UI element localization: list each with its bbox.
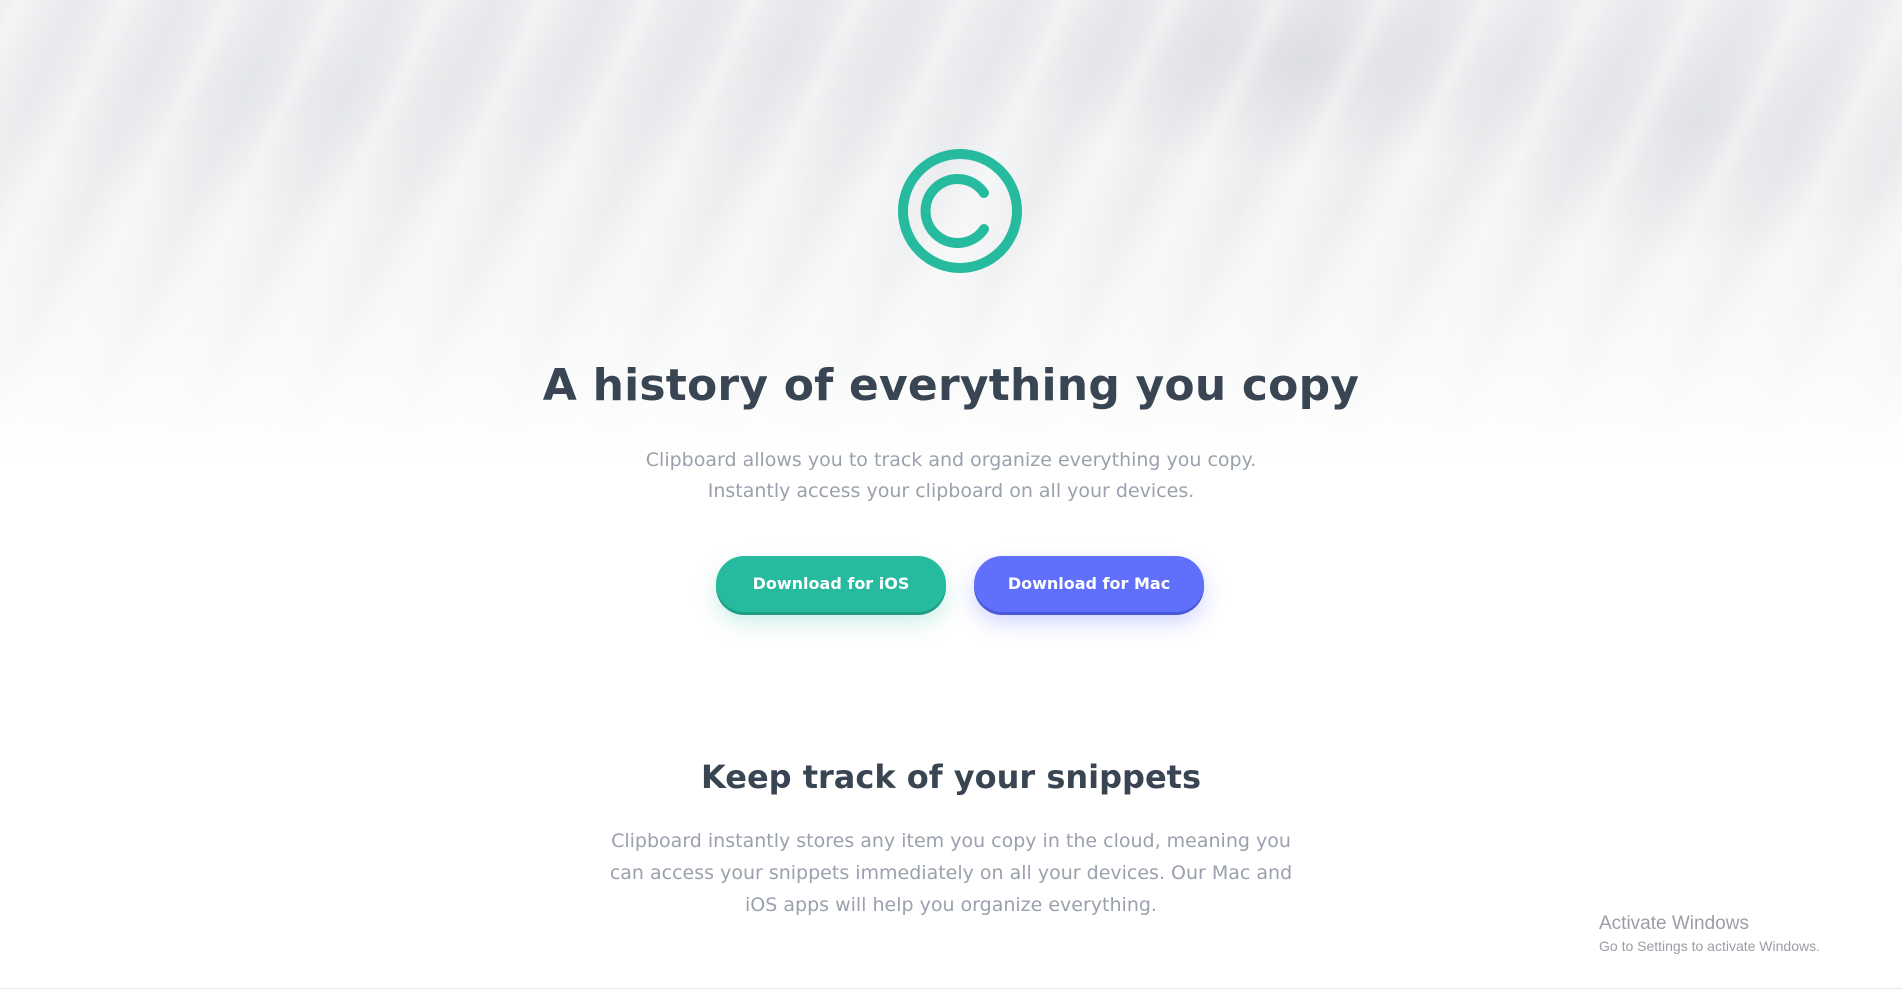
- watermark-subtitle: Go to Settings to activate Windows.: [1599, 938, 1820, 954]
- hero-description: Clipboard allows you to track and organi…: [645, 449, 1257, 502]
- hero-title: A history of everything you copy: [542, 360, 1360, 411]
- download-ios-button[interactable]: Download for iOS: [716, 556, 946, 612]
- copyright-c-icon: [898, 149, 1022, 273]
- snippets-section-description: Clipboard instantly stores any item you …: [609, 830, 1293, 916]
- download-mac-button[interactable]: Download for Mac: [974, 556, 1204, 612]
- landing-page: A history of everything you copy Clipboa…: [0, 0, 1902, 991]
- snippets-section-title: Keep track of your snippets: [701, 758, 1201, 796]
- activate-windows-watermark: Activate Windows Go to Settings to activ…: [1599, 912, 1820, 956]
- page-bottom-divider: [0, 988, 1902, 989]
- watermark-title: Activate Windows: [1599, 913, 1749, 934]
